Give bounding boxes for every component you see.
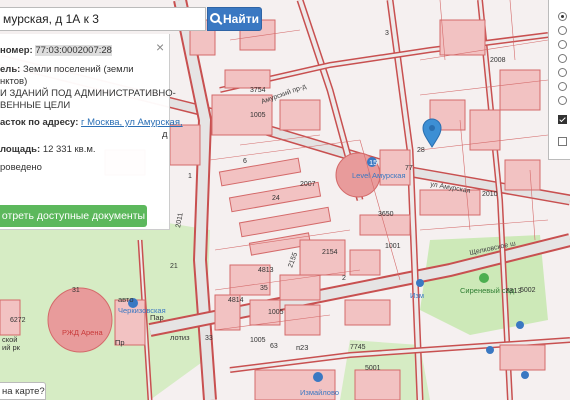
category-row: ель: Земли поселений (земли [0,64,134,75]
block-label: 63 [270,343,278,350]
metro-icon [516,321,524,329]
poi-label: ской [2,335,17,344]
block-label: 1005 [268,309,284,316]
poi-label: п23 [296,343,308,352]
block-label: 2008 [490,57,506,64]
layer-radio[interactable] [558,82,567,91]
block-label: 7745 [350,344,366,351]
block-label: 6272 [10,317,26,324]
poi-label: лотиз [170,333,190,342]
metro-icon [486,346,494,354]
search-button-label: Найти [223,12,259,26]
poi-label: Level Амурская [352,171,406,180]
search-input[interactable]: мурская, д 1А к 3 [0,7,206,31]
address-link[interactable]: г Москва, ул Амурская, [81,117,183,128]
area-row: лощадь: 12 331 кв.м. [0,144,96,155]
close-icon[interactable]: × [156,40,164,54]
block-label: 5002 [520,287,536,294]
feedback-button[interactable]: на карте? [0,382,46,400]
address-cont: д [162,129,168,140]
layer-radio[interactable] [558,26,567,35]
block-label: 2010 [482,191,498,198]
block-label: 3650 [378,211,394,218]
layer-radio[interactable] [558,68,567,77]
layer-radio[interactable] [558,54,567,63]
poi-label: Пар [150,313,164,322]
layer-checkbox[interactable] [558,115,567,124]
metro-icon [313,372,323,382]
metro-icon [521,371,529,379]
block-label: 28 [417,147,425,154]
park-icon [479,273,489,283]
view-documents-button[interactable]: отреть доступные документы [0,205,147,227]
address-label: асток по адресу: [0,117,79,128]
layer-radio[interactable] [558,96,567,105]
metro-icon [416,279,424,287]
address-row: асток по адресу: г Москва, ул Амурская, [0,117,183,128]
block-label: 4813 [258,267,274,274]
poi-number: 15 [369,158,377,167]
poi-label: Пр [115,338,125,347]
status-text: роведено [0,162,42,173]
block-label: 33 [205,335,213,342]
usage-line: И ЗДАНИЙ ПОД АДМИНИСТРАТИВНО- [0,88,176,99]
poi-number: 7813 [505,286,522,295]
area-value: 12 331 кв.м. [42,144,96,155]
block-label: 2154 [322,249,338,256]
block-label: 21 [170,263,178,270]
block-label: 2007 [300,181,316,188]
poi-label: ий рк [2,343,21,352]
search-button[interactable]: Найти [207,7,262,31]
category-cont: нктов) [0,76,28,87]
block-label: 3 [385,30,389,37]
block-label: 1 [188,173,192,180]
cadastral-number-row: номер: 77:03:0002007:28 [0,45,112,56]
poi-label: авто [118,295,134,304]
block-label: 3754 [250,87,266,94]
category-value: Земли поселений (земли [22,64,134,75]
parcel-info-panel: номер: 77:03:0002007:28 × ель: Земли пос… [0,34,183,230]
layers-panel [548,0,570,160]
block-label: 31 [72,287,80,294]
block-label: 35 [260,285,268,292]
block-label: 6 [243,158,247,165]
block-label: 77 [405,165,413,172]
poi-label: РЖД Арена [62,328,103,337]
poi-label: Измайлово [300,388,339,397]
block-label: 5001 [365,365,381,372]
block-label: 2 [342,275,346,282]
area-label: лощадь: [0,144,41,155]
block-label: 24 [272,195,280,202]
category-label: ель: [0,64,21,75]
layer-radio[interactable] [558,12,567,21]
block-label: 1005 [250,112,266,119]
usage-line-cont: ВЕННЫЕ ЦЕЛИ [0,100,71,111]
layer-checkbox[interactable] [558,137,567,146]
cadastral-number-label: номер: [0,45,33,56]
layer-radio[interactable] [558,40,567,49]
cadastral-number-value[interactable]: 77:03:0002007:28 [35,45,112,56]
search-icon [210,13,220,23]
block-label: 1001 [385,243,401,250]
poi-label: Изм [410,291,424,300]
block-label: 1005 [250,337,266,344]
block-label: 4814 [228,297,244,304]
